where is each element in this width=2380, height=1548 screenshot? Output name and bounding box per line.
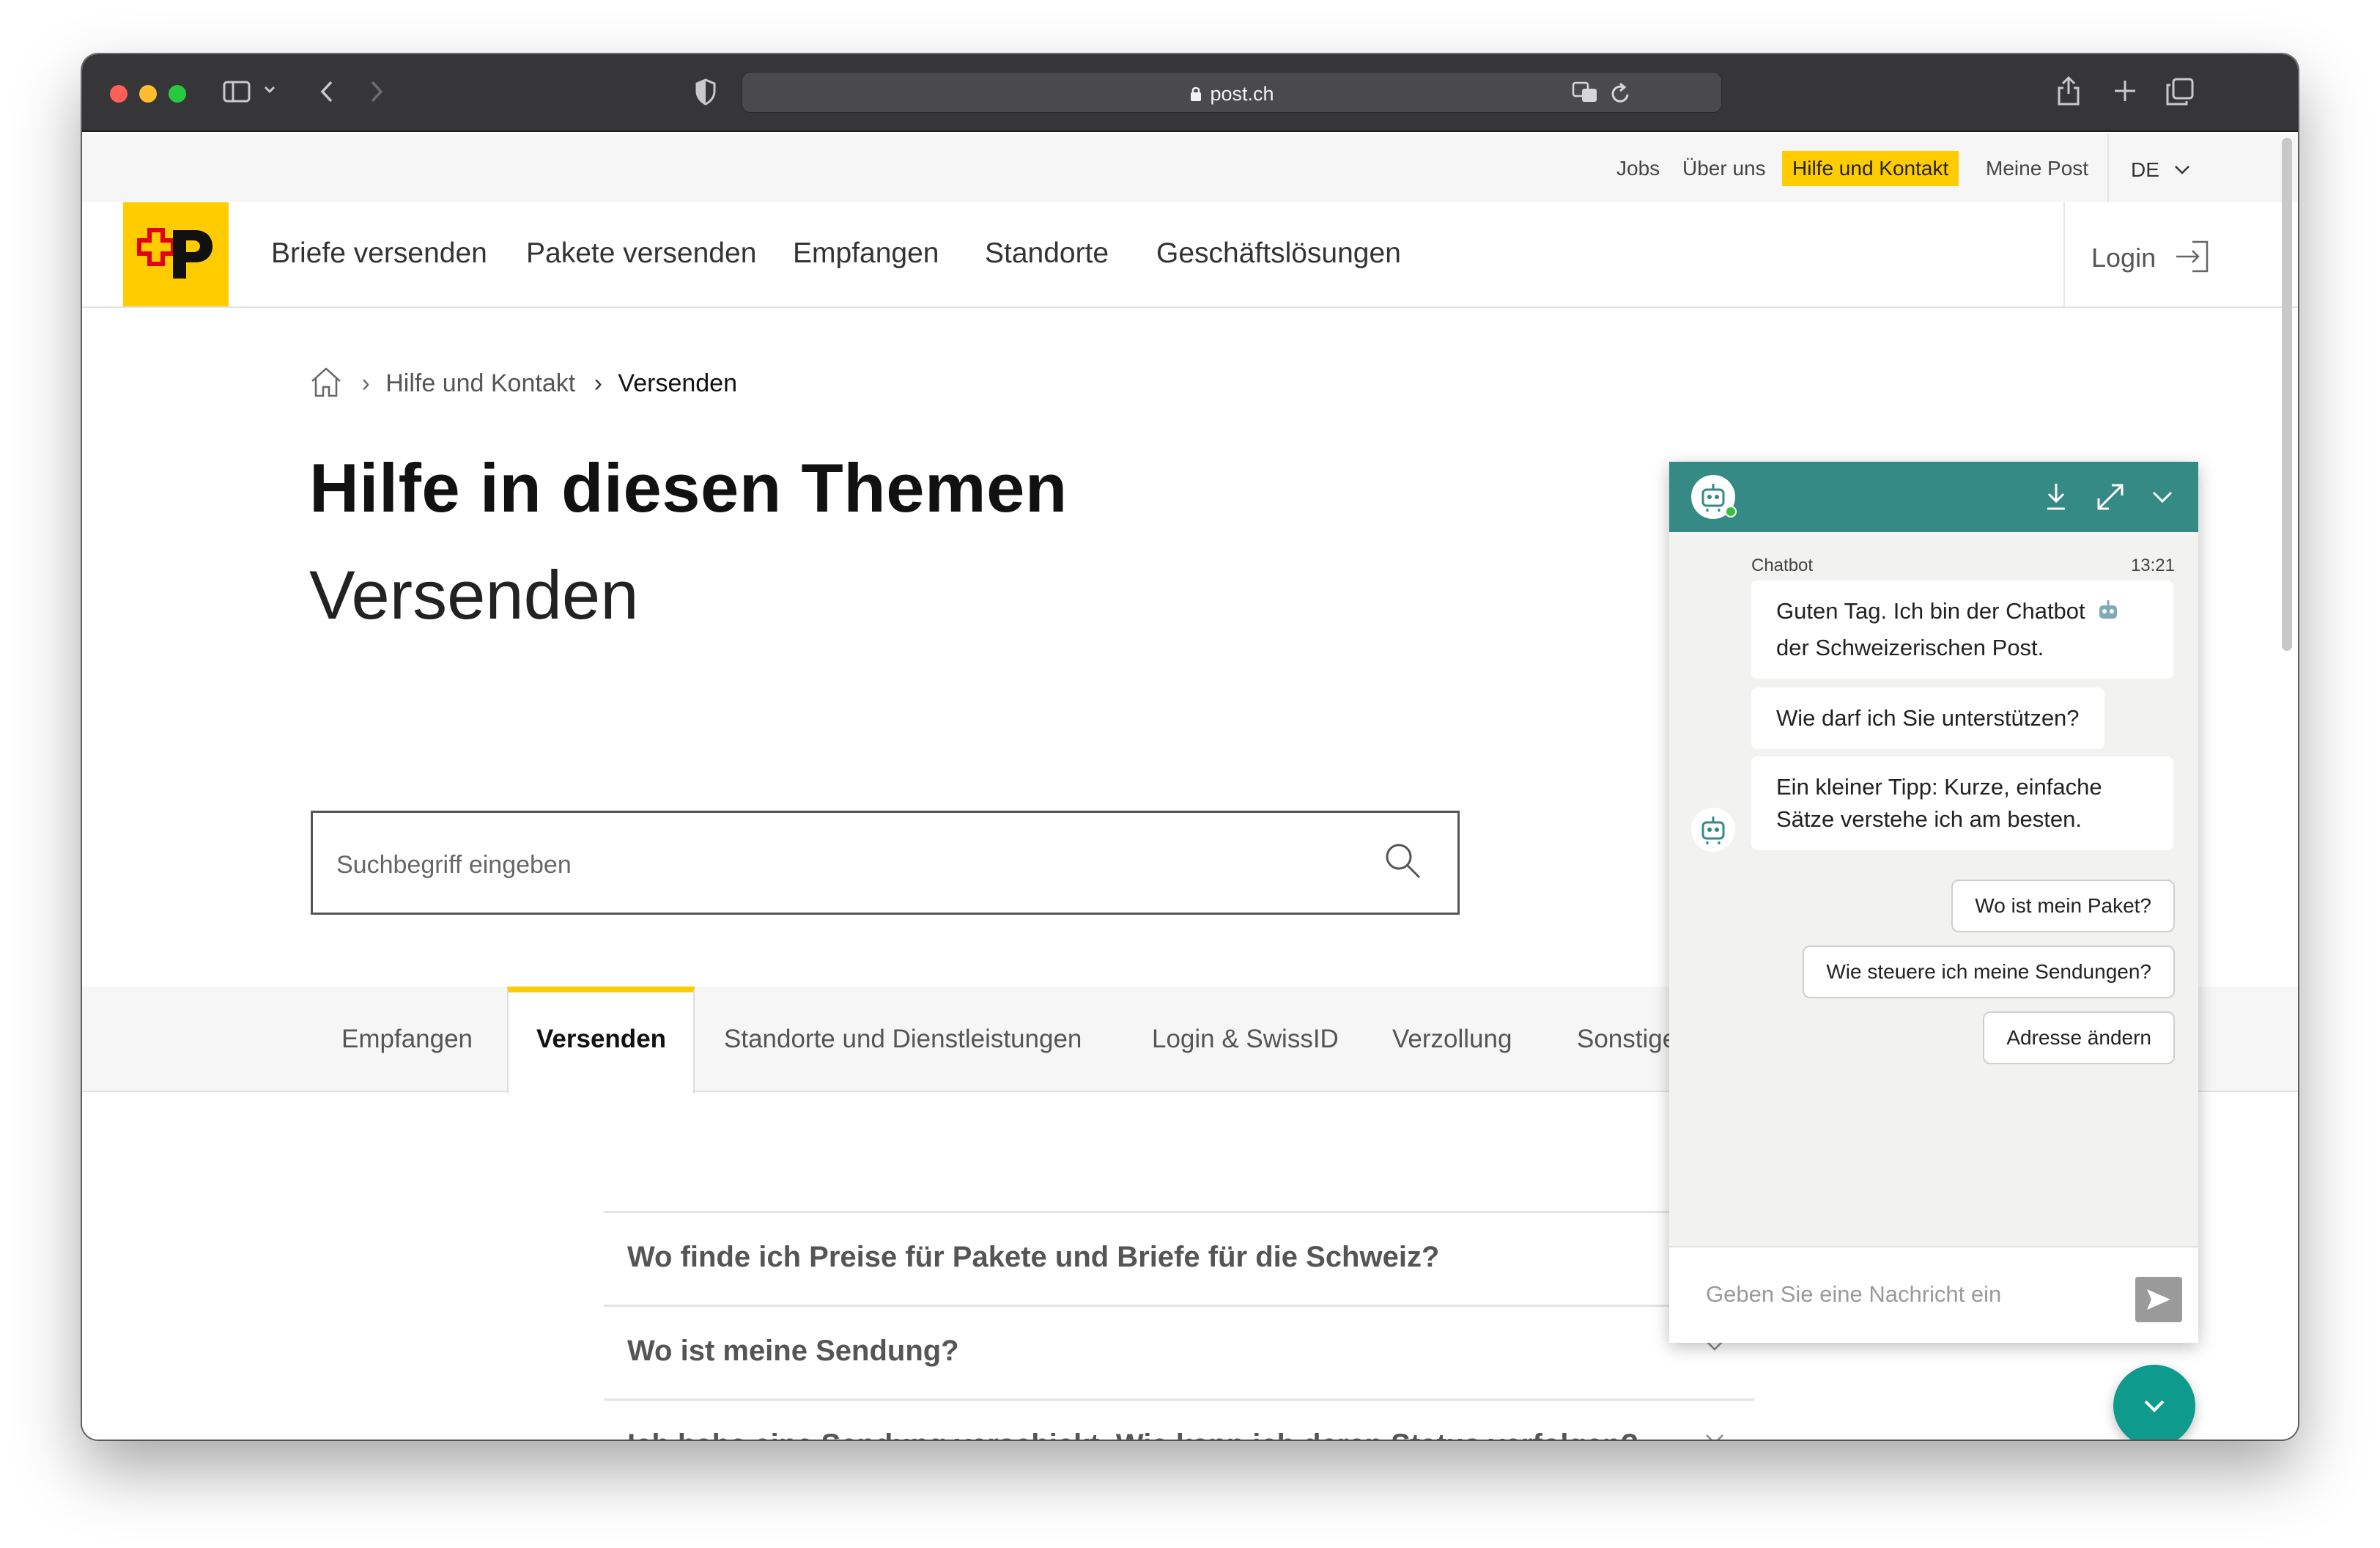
- chat-message: Ein kleiner Tipp: Kurze, einfache Sätze …: [1751, 756, 2173, 850]
- topbar-link-help-contact[interactable]: Hilfe und Kontakt: [1782, 151, 1959, 186]
- nav-item-receive[interactable]: Empfangen: [793, 237, 939, 270]
- login-arrow-icon: [2173, 239, 2210, 281]
- tab-customs[interactable]: Verzollung: [1392, 1025, 1512, 1054]
- search-field[interactable]: Suchbegriff eingeben: [311, 811, 1460, 915]
- chevron-down-icon: [2143, 1398, 2166, 1418]
- search-placeholder: Suchbegriff eingeben: [336, 851, 572, 879]
- translate-icon[interactable]: [1572, 80, 1600, 108]
- topbar-link-jobs[interactable]: Jobs: [1606, 151, 1670, 186]
- forward-icon[interactable]: [368, 79, 385, 107]
- chatbot-widget: Chatbot 13:21 Guten Tag. Ich bin der Cha…: [1669, 462, 2198, 1343]
- web-page: Jobs Über uns Hilfe und Kontakt Meine Po…: [82, 133, 2298, 1440]
- faq-question: Wo ist meine Sendung?: [627, 1335, 959, 1367]
- minimize-chat-icon[interactable]: [2151, 490, 2173, 508]
- quick-reply-button[interactable]: Wie steuere ich meine Sendungen?: [1803, 946, 2175, 998]
- breadcrumb-current: Versenden: [618, 369, 737, 397]
- faq-item[interactable]: Wo ist meine Sendung?: [604, 1305, 1754, 1398]
- page-subtitle: Versenden: [309, 556, 639, 633]
- expand-icon[interactable]: [2094, 481, 2126, 517]
- main-navigation: Briefe versenden Pakete versenden Empfan…: [82, 202, 2298, 308]
- page-scrollbar[interactable]: [2282, 138, 2292, 651]
- home-icon[interactable]: [309, 365, 343, 405]
- back-icon[interactable]: [318, 79, 336, 107]
- address-bar[interactable]: post.ch: [742, 72, 1722, 113]
- faq-item[interactable]: Ich habe eine Sendung verschickt. Wie ka…: [604, 1398, 1754, 1440]
- nav-item-send-parcels[interactable]: Pakete versenden: [526, 237, 756, 270]
- chatbot-avatar: [1691, 808, 1735, 852]
- chevron-right-icon: ›: [361, 369, 370, 397]
- search-icon[interactable]: [1383, 841, 1424, 885]
- divider: [2107, 133, 2109, 202]
- divider: [2063, 202, 2065, 306]
- chat-header: [1669, 462, 2198, 532]
- chat-message-input[interactable]: Geben Sie eine Nachricht ein: [1669, 1246, 2198, 1343]
- close-window-button[interactable]: [110, 85, 128, 103]
- quick-reply-button[interactable]: Wo ist mein Paket?: [1951, 880, 2175, 932]
- tab-send[interactable]: Versenden: [536, 1025, 666, 1054]
- minimize-window-button[interactable]: [139, 85, 157, 103]
- url-label: post.ch: [1210, 83, 1274, 105]
- browser-window: post.ch Jobs Über uns Hilfe und Kontakt …: [82, 54, 2298, 1440]
- faq-item[interactable]: Wo finde ich Preise für Pakete und Brief…: [604, 1211, 1754, 1305]
- page-title: Hilfe in diesen Themen: [309, 449, 1068, 526]
- browser-toolbar: post.ch: [82, 54, 2298, 132]
- chevron-down-icon: [2174, 151, 2190, 186]
- reload-icon[interactable]: [1610, 81, 1632, 108]
- login-label: Login: [2091, 243, 2157, 273]
- chat-message-text: Guten Tag. Ich bin der Chatbot: [1776, 598, 2085, 624]
- utility-bar: Jobs Über uns Hilfe und Kontakt Meine Po…: [82, 133, 2298, 202]
- chat-message: Guten Tag. Ich bin der Chatbot der Schwe…: [1751, 580, 2173, 679]
- robot-emoji-icon: [2096, 598, 2121, 632]
- post-logo[interactable]: [123, 202, 229, 306]
- chat-message-text: Ein kleiner Tipp: Kurze, einfache: [1776, 774, 2102, 800]
- nav-item-send-letters[interactable]: Briefe versenden: [271, 237, 487, 270]
- language-selector[interactable]: DE: [2131, 151, 2190, 186]
- nav-item-locations[interactable]: Standorte: [985, 237, 1109, 270]
- chat-message-text: Wie darf ich Sie unterstützen?: [1776, 705, 2080, 731]
- chat-toggle-button[interactable]: [2113, 1365, 2195, 1440]
- tab-overview-icon[interactable]: [2166, 78, 2194, 108]
- login-button[interactable]: Login: [2091, 239, 2210, 281]
- share-icon[interactable]: [2056, 75, 2081, 110]
- tab-receive[interactable]: Empfangen: [341, 1025, 473, 1054]
- privacy-shield-icon[interactable]: [695, 78, 717, 108]
- chat-input-placeholder: Geben Sie eine Nachricht ein: [1706, 1281, 2002, 1307]
- tab-other[interactable]: Sonstige: [1577, 1025, 1677, 1054]
- online-status-dot: [1725, 506, 1737, 517]
- tab-locations-services[interactable]: Standorte und Dienstleistungen: [724, 1025, 1082, 1054]
- topbar-link-my-post[interactable]: Meine Post: [1976, 151, 2099, 186]
- tab-login-swissid[interactable]: Login & SwissID: [1152, 1025, 1339, 1054]
- language-label: DE: [2131, 158, 2159, 181]
- chat-timestamp: 13:21: [2130, 556, 2175, 575]
- new-tab-icon[interactable]: [2113, 79, 2137, 106]
- sidebar-toggle-icon[interactable]: [223, 79, 252, 107]
- nav-item-business-solutions[interactable]: Geschäftslösungen: [1156, 237, 1401, 270]
- chat-sender-name: Chatbot: [1751, 556, 1814, 575]
- chevron-right-icon: ›: [594, 369, 602, 397]
- topbar-link-about[interactable]: Über uns: [1672, 151, 1776, 186]
- chevron-down-icon[interactable]: [262, 82, 277, 100]
- download-icon[interactable]: [2044, 482, 2068, 515]
- zoom-window-button[interactable]: [169, 85, 186, 103]
- chevron-down-icon: [1704, 1427, 1725, 1440]
- faq-question: Ich habe eine Sendung verschickt. Wie ka…: [627, 1429, 1638, 1440]
- chat-message: Wie darf ich Sie unterstützen?: [1751, 688, 2104, 749]
- quick-reply-button[interactable]: Adresse ändern: [1983, 1011, 2175, 1064]
- breadcrumb: › Hilfe und Kontakt › Versenden: [309, 365, 737, 405]
- breadcrumb-help-contact[interactable]: Hilfe und Kontakt: [385, 369, 575, 397]
- faq-question: Wo finde ich Preise für Pakete und Brief…: [627, 1241, 1440, 1273]
- chat-message-text: der Schweizerischen Post.: [1776, 635, 2044, 660]
- send-icon: [2146, 1288, 2172, 1315]
- chat-message-text: Sätze verstehe ich am besten.: [1776, 806, 2082, 832]
- lock-icon: [1189, 85, 1202, 108]
- send-button[interactable]: [2135, 1277, 2182, 1322]
